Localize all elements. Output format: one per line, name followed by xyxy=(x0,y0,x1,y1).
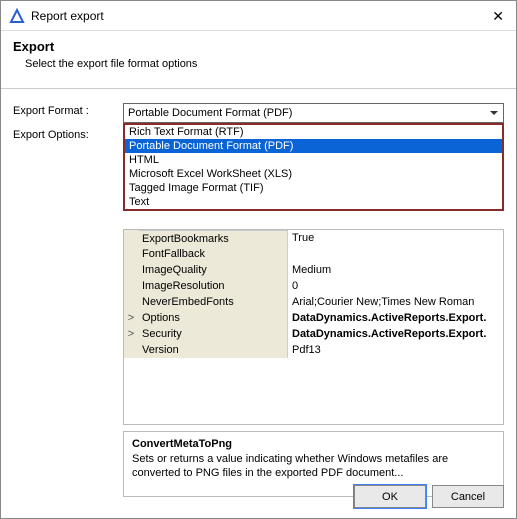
property-row[interactable]: >OptionsDataDynamics.ActiveReports.Expor… xyxy=(124,310,503,326)
expand-icon xyxy=(124,262,138,278)
window-title: Report export xyxy=(31,9,488,23)
property-row[interactable]: ExportBookmarksTrue xyxy=(124,230,503,246)
property-name: FontFallback xyxy=(138,246,288,262)
expand-icon xyxy=(124,294,138,310)
expand-icon[interactable]: > xyxy=(124,310,138,326)
property-row[interactable]: VersionPdf13 xyxy=(124,342,503,358)
property-value[interactable] xyxy=(288,246,503,262)
property-grid[interactable]: ExportBookmarksTrueFontFallbackImageQual… xyxy=(123,229,504,425)
export-format-combo[interactable]: Portable Document Format (PDF) xyxy=(123,103,504,123)
property-row[interactable]: ImageQualityMedium xyxy=(124,262,503,278)
close-icon[interactable]: ✕ xyxy=(488,9,508,23)
titlebar: Report export ✕ xyxy=(1,1,516,31)
property-value[interactable]: Medium xyxy=(288,262,503,278)
app-logo-icon xyxy=(9,8,25,24)
description-title: ConvertMetaToPng xyxy=(132,438,495,450)
cancel-button[interactable]: Cancel xyxy=(432,485,504,508)
property-value[interactable]: Arial;Courier New;Times New Roman xyxy=(288,294,503,310)
export-options-label: Export Options: xyxy=(13,127,123,141)
property-name: ImageQuality xyxy=(138,262,288,278)
header: Export Select the export file format opt… xyxy=(1,31,516,80)
expand-icon xyxy=(124,246,138,262)
property-row[interactable]: ImageResolution0 xyxy=(124,278,503,294)
expand-icon xyxy=(124,230,138,246)
property-row[interactable]: FontFallback xyxy=(124,246,503,262)
page-title: Export xyxy=(13,39,504,54)
property-name: Security xyxy=(138,326,288,342)
divider xyxy=(1,88,516,89)
expand-icon[interactable]: > xyxy=(124,326,138,342)
property-value[interactable]: DataDynamics.ActiveReports.Export. xyxy=(288,310,503,326)
dropdown-option[interactable]: Portable Document Format (PDF) xyxy=(125,139,502,153)
export-format-label: Export Format : xyxy=(13,103,123,123)
dropdown-option[interactable]: Rich Text Format (RTF) xyxy=(125,125,502,139)
property-name: Version xyxy=(138,342,288,358)
page-subtitle: Select the export file format options xyxy=(13,58,504,70)
chevron-down-icon xyxy=(487,106,501,120)
property-name: Options xyxy=(138,310,288,326)
property-value[interactable]: Pdf13 xyxy=(288,342,503,358)
dropdown-option[interactable]: Tagged Image Format (TIF) xyxy=(125,181,502,195)
dropdown-option[interactable]: HTML xyxy=(125,153,502,167)
property-value[interactable]: 0 xyxy=(288,278,503,294)
dropdown-option[interactable]: Microsoft Excel WorkSheet (XLS) xyxy=(125,167,502,181)
expand-icon xyxy=(124,342,138,358)
property-name: ExportBookmarks xyxy=(138,230,288,246)
ok-button[interactable]: OK xyxy=(354,485,426,508)
description-text: Sets or returns a value indicating wheth… xyxy=(132,452,495,481)
export-format-dropdown[interactable]: Rich Text Format (RTF)Portable Document … xyxy=(123,123,504,211)
dropdown-option[interactable]: Text xyxy=(125,195,502,209)
dialog-buttons: OK Cancel xyxy=(354,485,504,508)
expand-icon xyxy=(124,278,138,294)
property-row[interactable]: >SecurityDataDynamics.ActiveReports.Expo… xyxy=(124,326,503,342)
property-row[interactable]: NeverEmbedFontsArial;Courier New;Times N… xyxy=(124,294,503,310)
form-area: Export Format : Portable Document Format… xyxy=(1,97,516,503)
property-value[interactable]: True xyxy=(288,230,503,246)
property-name: ImageResolution xyxy=(138,278,288,294)
combo-selected-text: Portable Document Format (PDF) xyxy=(128,107,292,119)
property-value[interactable]: DataDynamics.ActiveReports.Export. xyxy=(288,326,503,342)
property-name: NeverEmbedFonts xyxy=(138,294,288,310)
